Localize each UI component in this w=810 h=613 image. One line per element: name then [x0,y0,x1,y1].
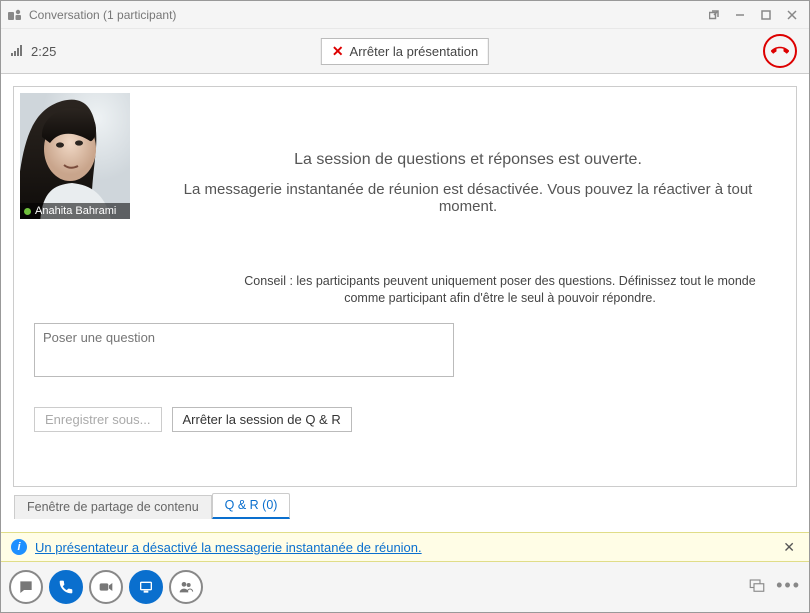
button-row: Enregistrer sous... Arrêter la session d… [34,407,352,432]
signal-icon [11,43,25,60]
video-button[interactable] [89,570,123,604]
status-bar: 2:25 ✕ Arrêter la présentation [1,29,809,74]
title-bar: Conversation (1 participant) [1,1,809,29]
participant-photo [20,93,130,219]
participant-name: Anahita Bahrami [35,205,116,217]
participant-name-strip: Anahita Bahrami [20,203,130,219]
tip-text: Conseil : les participants peuvent uniqu… [244,273,756,307]
stop-qna-button[interactable]: Arrêter la session de Q & R [172,407,352,432]
tab-content-share[interactable]: Fenêtre de partage de contenu [14,495,212,519]
app-icon [7,7,23,23]
share-button[interactable] [129,570,163,604]
popout-button[interactable] [701,5,727,25]
presence-dot [24,208,31,215]
maximize-button[interactable] [753,5,779,25]
more-options-button[interactable]: ••• [776,575,801,600]
close-icon: ✕ [332,43,344,60]
question-input[interactable] [34,323,454,377]
tab-qna[interactable]: Q & R (0) [212,493,291,519]
info-bar: i Un présentateur a désactivé la message… [1,532,809,562]
bottom-bar: ••• [1,562,809,612]
main-messages: La session de questions et réponses est … [156,151,780,215]
tab-strip: Fenêtre de partage de contenu Q & R (0) [14,493,290,519]
save-as-button[interactable]: Enregistrer sous... [34,407,162,432]
content-area: Anahita Bahrami La session de questions … [13,86,797,487]
call-duration: 2:25 [31,44,56,59]
qna-open-message: La session de questions et réponses est … [156,151,780,169]
hangup-button[interactable] [763,34,797,68]
layout-icon[interactable] [748,577,766,598]
status-left: 2:25 [11,43,56,60]
audio-button[interactable] [49,570,83,604]
bottom-right-controls: ••• [748,575,801,600]
im-button[interactable] [9,570,43,604]
info-message-link[interactable]: Un présentateur a désactivé la messageri… [35,540,771,555]
minimize-button[interactable] [727,5,753,25]
participants-button[interactable] [169,570,203,604]
info-icon: i [11,539,27,555]
stop-presentation-label: Arrêter la présentation [350,44,479,59]
im-disabled-message: La messagerie instantanée de réunion est… [156,181,780,215]
participant-video-tile[interactable]: Anahita Bahrami [20,93,130,219]
close-infobar-button[interactable]: ✕ [779,539,799,556]
close-button[interactable] [779,5,805,25]
window-title: Conversation (1 participant) [29,8,701,22]
stop-presentation-button[interactable]: ✕ Arrêter la présentation [321,38,489,65]
